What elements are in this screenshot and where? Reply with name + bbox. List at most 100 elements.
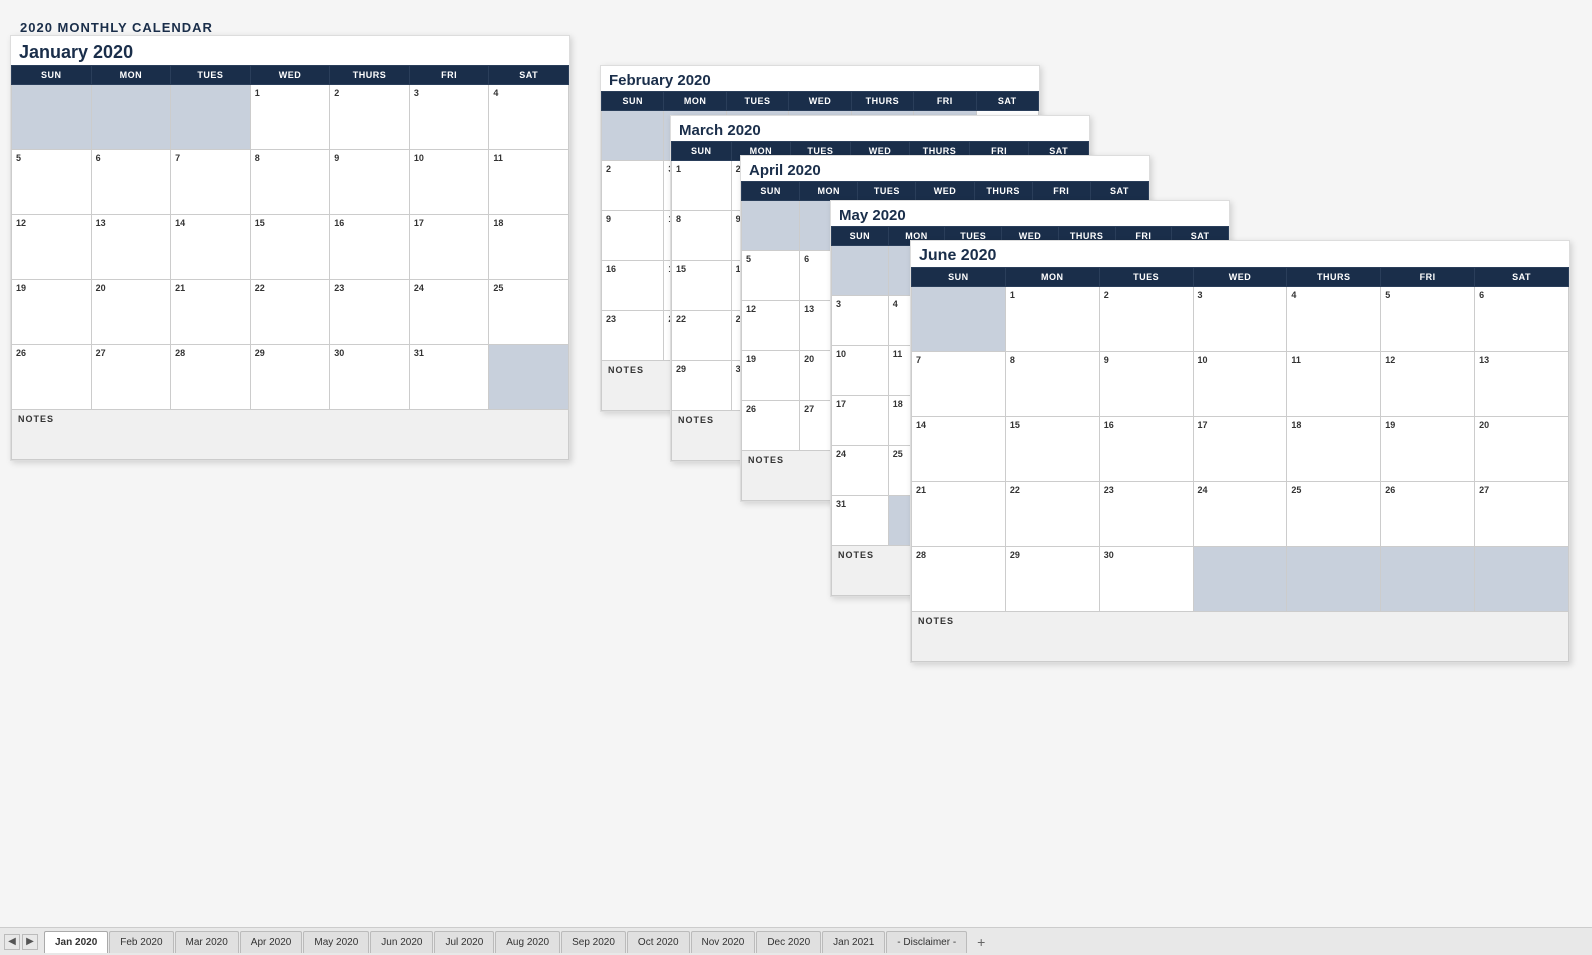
- table-row: 21: [171, 280, 251, 345]
- tab-add-button[interactable]: +: [970, 931, 992, 953]
- table-row: 19: [742, 351, 800, 401]
- main-area: 2020 MONTHLY CALENDAR January 2020 SUN M…: [0, 0, 1592, 927]
- june-title: June 2020: [911, 241, 1569, 267]
- tab-aug-2020[interactable]: Aug 2020: [495, 931, 560, 953]
- table-row: 14: [912, 417, 1006, 482]
- table-row: 23: [330, 280, 410, 345]
- january-notes[interactable]: NOTES: [12, 410, 569, 460]
- jan-mon: MON: [91, 66, 171, 85]
- february-title: February 2020: [601, 66, 1039, 91]
- tab-sep-2020[interactable]: Sep 2020: [561, 931, 626, 953]
- table-row: 15: [250, 215, 330, 280]
- table-row: 19: [1381, 417, 1475, 482]
- table-row: 30: [330, 345, 410, 410]
- table-row: 17: [1193, 417, 1287, 482]
- table-row: 25: [1287, 482, 1381, 547]
- table-row: 10: [1193, 352, 1287, 417]
- tab-feb-2020[interactable]: Feb 2020: [109, 931, 173, 953]
- table-row: 3: [832, 296, 889, 346]
- table-row: 29: [672, 361, 732, 411]
- table-row: 11: [1287, 352, 1381, 417]
- table-row: [91, 85, 171, 150]
- table-row: 22: [250, 280, 330, 345]
- january-title: January 2020: [11, 36, 569, 65]
- tab-dec-2020[interactable]: Dec 2020: [756, 931, 821, 953]
- tab-apr-2020[interactable]: Apr 2020: [240, 931, 303, 953]
- table-row: 31: [832, 496, 889, 546]
- table-row: 9: [1099, 352, 1193, 417]
- table-row: 27: [1475, 482, 1569, 547]
- table-row: 26: [12, 345, 92, 410]
- table-row: 26: [1381, 482, 1475, 547]
- table-row: [171, 85, 251, 150]
- jan-sat: SAT: [489, 66, 569, 85]
- table-row: 1: [672, 161, 732, 211]
- jan-fri: FRI: [409, 66, 489, 85]
- table-row: 7: [171, 150, 251, 215]
- tab-jul-2020[interactable]: Jul 2020: [434, 931, 494, 953]
- table-row: 29: [250, 345, 330, 410]
- table-row: [1475, 547, 1569, 612]
- table-row: 16: [1099, 417, 1193, 482]
- table-row: [1193, 547, 1287, 612]
- table-row: 19: [12, 280, 92, 345]
- table-row: 2: [330, 85, 410, 150]
- table-row: 28: [171, 345, 251, 410]
- table-row: 17: [409, 215, 489, 280]
- tab-jun-2020[interactable]: Jun 2020: [370, 931, 433, 953]
- table-row: 13: [1475, 352, 1569, 417]
- table-row: 23: [1099, 482, 1193, 547]
- table-row: 31: [409, 345, 489, 410]
- table-row: 30: [1099, 547, 1193, 612]
- table-row: 27: [91, 345, 171, 410]
- table-row: 8: [1005, 352, 1099, 417]
- table-row: 5: [742, 251, 800, 301]
- tab-disclaimer[interactable]: - Disclaimer -: [886, 931, 967, 953]
- table-row: [602, 111, 664, 161]
- table-row: 11: [489, 150, 569, 215]
- table-row: 9: [602, 211, 664, 261]
- tab-mar-2020[interactable]: Mar 2020: [175, 931, 239, 953]
- jan-wed: WED: [250, 66, 330, 85]
- table-row: 12: [12, 215, 92, 280]
- table-row: 14: [171, 215, 251, 280]
- table-row: 26: [742, 401, 800, 451]
- table-row: [742, 201, 800, 251]
- table-row: [1287, 547, 1381, 612]
- tab-prev-button[interactable]: ◀: [4, 934, 20, 950]
- table-row: 18: [1287, 417, 1381, 482]
- table-row: 28: [912, 547, 1006, 612]
- table-row: 15: [1005, 417, 1099, 482]
- table-row: 20: [1475, 417, 1569, 482]
- table-row: 6: [1475, 287, 1569, 352]
- tab-may-2020[interactable]: May 2020: [303, 931, 369, 953]
- table-row: 1: [250, 85, 330, 150]
- table-row: 8: [250, 150, 330, 215]
- table-row: 16: [602, 261, 664, 311]
- table-row: 1: [1005, 287, 1099, 352]
- table-row: [912, 287, 1006, 352]
- june-notes[interactable]: NOTES: [912, 612, 1569, 662]
- june-calendar: June 2020 SUNMONTUESWEDTHURSFRISAT 1 2 3…: [910, 240, 1570, 663]
- tab-oct-2020[interactable]: Oct 2020: [627, 931, 690, 953]
- table-row: 22: [1005, 482, 1099, 547]
- table-row: 7: [912, 352, 1006, 417]
- jan-tues: TUES: [171, 66, 251, 85]
- tab-navigation: ◀ ▶: [4, 934, 40, 950]
- table-row: 24: [832, 446, 889, 496]
- tab-jan-2020[interactable]: Jan 2020: [44, 931, 108, 953]
- table-row: 29: [1005, 547, 1099, 612]
- tab-nov-2020[interactable]: Nov 2020: [691, 931, 756, 953]
- tab-jan-2021[interactable]: Jan 2021: [822, 931, 885, 953]
- table-row: 23: [602, 311, 664, 361]
- tab-bar: ◀ ▶ Jan 2020 Feb 2020 Mar 2020 Apr 2020 …: [0, 927, 1592, 955]
- tab-next-button[interactable]: ▶: [22, 934, 38, 950]
- table-row: [489, 345, 569, 410]
- table-row: 12: [1381, 352, 1475, 417]
- table-row: 5: [1381, 287, 1475, 352]
- table-row: 3: [409, 85, 489, 150]
- table-row: 16: [330, 215, 410, 280]
- table-row: 2: [602, 161, 664, 211]
- table-row: 13: [91, 215, 171, 280]
- table-row: 25: [489, 280, 569, 345]
